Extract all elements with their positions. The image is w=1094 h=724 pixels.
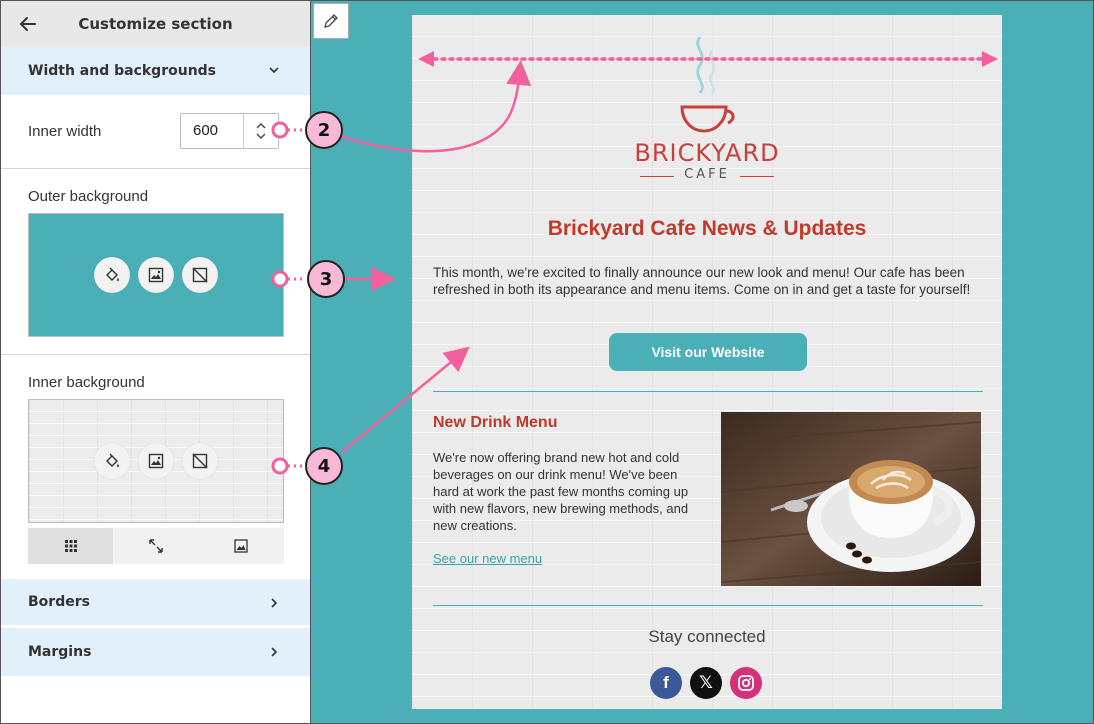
accordion-borders[interactable]: Borders — [1, 579, 310, 627]
inner-image-button[interactable] — [138, 443, 174, 479]
inner-width-row: Inner width 600 — [1, 95, 310, 169]
instagram-icon[interactable] — [730, 667, 762, 699]
chevron-right-icon — [271, 647, 278, 657]
grid-dots-icon — [64, 540, 77, 552]
fit-mode-button[interactable] — [199, 528, 284, 564]
image-icon — [148, 453, 164, 469]
accordion-label: Borders — [28, 594, 90, 610]
chevron-right-icon — [271, 598, 278, 608]
stepper-arrows[interactable] — [244, 114, 278, 148]
inner-fill-button[interactable] — [94, 443, 130, 479]
pencil-icon — [324, 14, 338, 28]
accordion-label: Width and backgrounds — [28, 63, 217, 79]
panel-title: Customize section — [78, 15, 233, 33]
inner-width-stepper[interactable]: 600 — [180, 113, 279, 149]
outer-fill-button[interactable] — [94, 257, 130, 293]
social-links: f 𝕏 — [650, 667, 762, 699]
no-image-icon — [192, 267, 208, 283]
back-button[interactable] — [15, 11, 41, 37]
inner-remove-image-button[interactable] — [182, 443, 218, 479]
stay-connected-text: Stay connected — [648, 627, 766, 646]
logo-brand-text: BRICKYARD — [634, 139, 780, 167]
paint-bucket-icon — [106, 453, 119, 467]
outer-background-preview[interactable] — [28, 213, 284, 337]
email-inner-section[interactable]: BRICKYARD CAFE Brickyard Cafe News & Upd… — [412, 15, 1002, 709]
brand-logo: BRICKYARD CAFE — [632, 35, 782, 195]
outer-background-label: Outer background — [28, 188, 149, 205]
inner-width-label: Inner width — [28, 123, 102, 140]
email-canvas[interactable]: BRICKYARD CAFE Brickyard Cafe News & Upd… — [310, 0, 1094, 724]
divider — [433, 391, 983, 392]
inner-width-input[interactable]: 600 — [181, 114, 244, 148]
chevron-down-icon[interactable] — [255, 131, 267, 141]
paint-bucket-icon — [106, 267, 119, 281]
email-headline: Brickyard Cafe News & Updates — [547, 217, 867, 240]
email-intro-text: This month, we're excited to finally ann… — [433, 265, 971, 297]
drink-menu-title: New Drink Menu — [433, 414, 558, 431]
x-icon[interactable]: 𝕏 — [690, 667, 722, 699]
facebook-icon[interactable]: f — [650, 667, 682, 699]
expand-arrows-icon — [149, 539, 163, 553]
stretch-mode-button[interactable] — [113, 528, 198, 564]
tile-mode-button[interactable] — [28, 528, 114, 564]
inner-background-preview[interactable] — [28, 399, 284, 523]
logo-sub-text: CAFE — [632, 167, 782, 182]
visit-website-button[interactable]: Visit our Website — [609, 333, 807, 371]
coffee-cup-icon — [680, 36, 735, 133]
accordion-label: Margins — [28, 644, 92, 660]
inner-background-label: Inner background — [28, 374, 145, 391]
no-image-icon — [192, 453, 208, 469]
image-fit-icon — [234, 539, 248, 553]
chevron-down-icon — [269, 67, 279, 74]
arrow-left-icon — [19, 17, 36, 31]
outer-remove-image-button[interactable] — [182, 257, 218, 293]
customize-panel: Customize section Width and backgrounds … — [0, 0, 311, 724]
background-mode-toggle — [28, 528, 284, 564]
accordion-width-backgrounds[interactable]: Width and backgrounds — [1, 47, 310, 95]
drink-menu-text: We're now offering brand new hot and col… — [433, 450, 689, 533]
panel-header: Customize section — [1, 1, 310, 47]
edit-button[interactable] — [313, 3, 349, 39]
chevron-up-icon[interactable] — [255, 121, 267, 131]
image-icon — [148, 267, 164, 283]
divider — [433, 605, 983, 606]
accordion-margins[interactable]: Margins — [1, 628, 310, 676]
divider — [1, 354, 311, 355]
coffee-photo — [721, 412, 981, 586]
outer-image-button[interactable] — [138, 257, 174, 293]
drink-menu-link[interactable]: See our new menu — [433, 551, 542, 566]
